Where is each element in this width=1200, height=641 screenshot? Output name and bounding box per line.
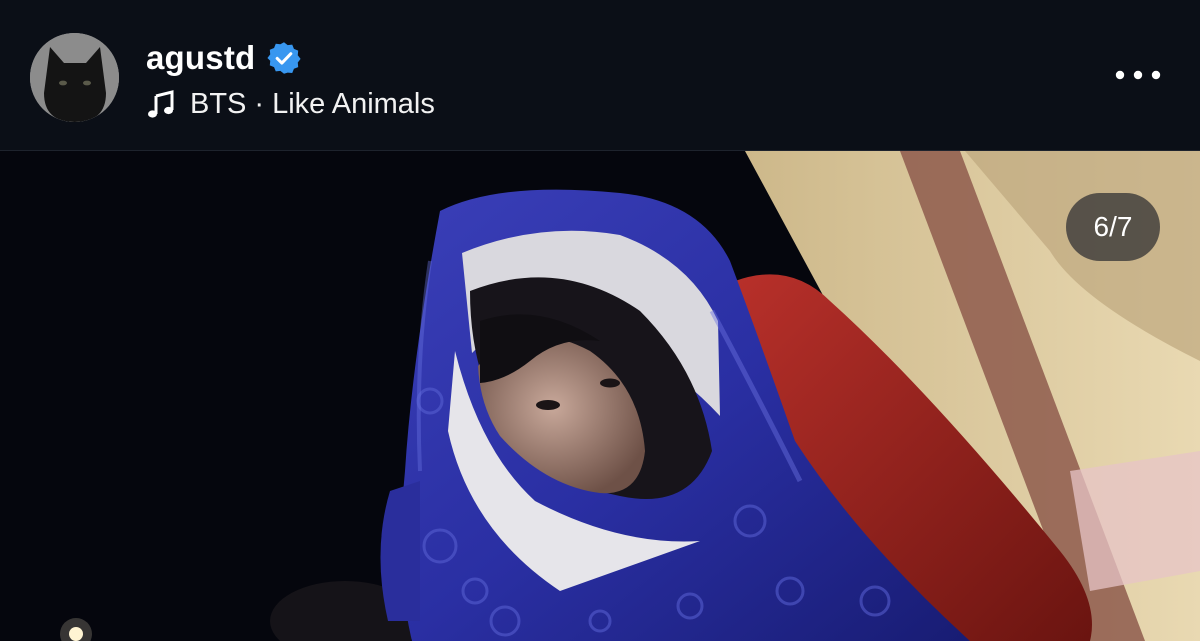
music-note-icon xyxy=(148,90,174,118)
username[interactable]: agustd xyxy=(146,39,255,77)
music-title: Like Animals xyxy=(272,87,435,120)
black-cat-avatar-image xyxy=(30,33,119,122)
music-info[interactable]: BTS · Like Animals xyxy=(146,85,435,123)
username-row: agustd xyxy=(146,36,301,80)
music-artist: BTS xyxy=(190,87,247,120)
post-photo[interactable] xyxy=(0,151,1200,641)
profile-avatar[interactable] xyxy=(30,33,119,122)
photo-illustration xyxy=(0,151,1200,641)
media-counter-badge: 6/7 xyxy=(1066,193,1160,261)
music-separator: · xyxy=(254,87,265,120)
verified-badge-icon xyxy=(267,42,301,74)
post-header: agustd BTS · Like Animals xyxy=(0,0,1200,151)
more-horizontal-icon xyxy=(1115,70,1161,80)
more-options-button[interactable] xyxy=(1110,55,1166,95)
